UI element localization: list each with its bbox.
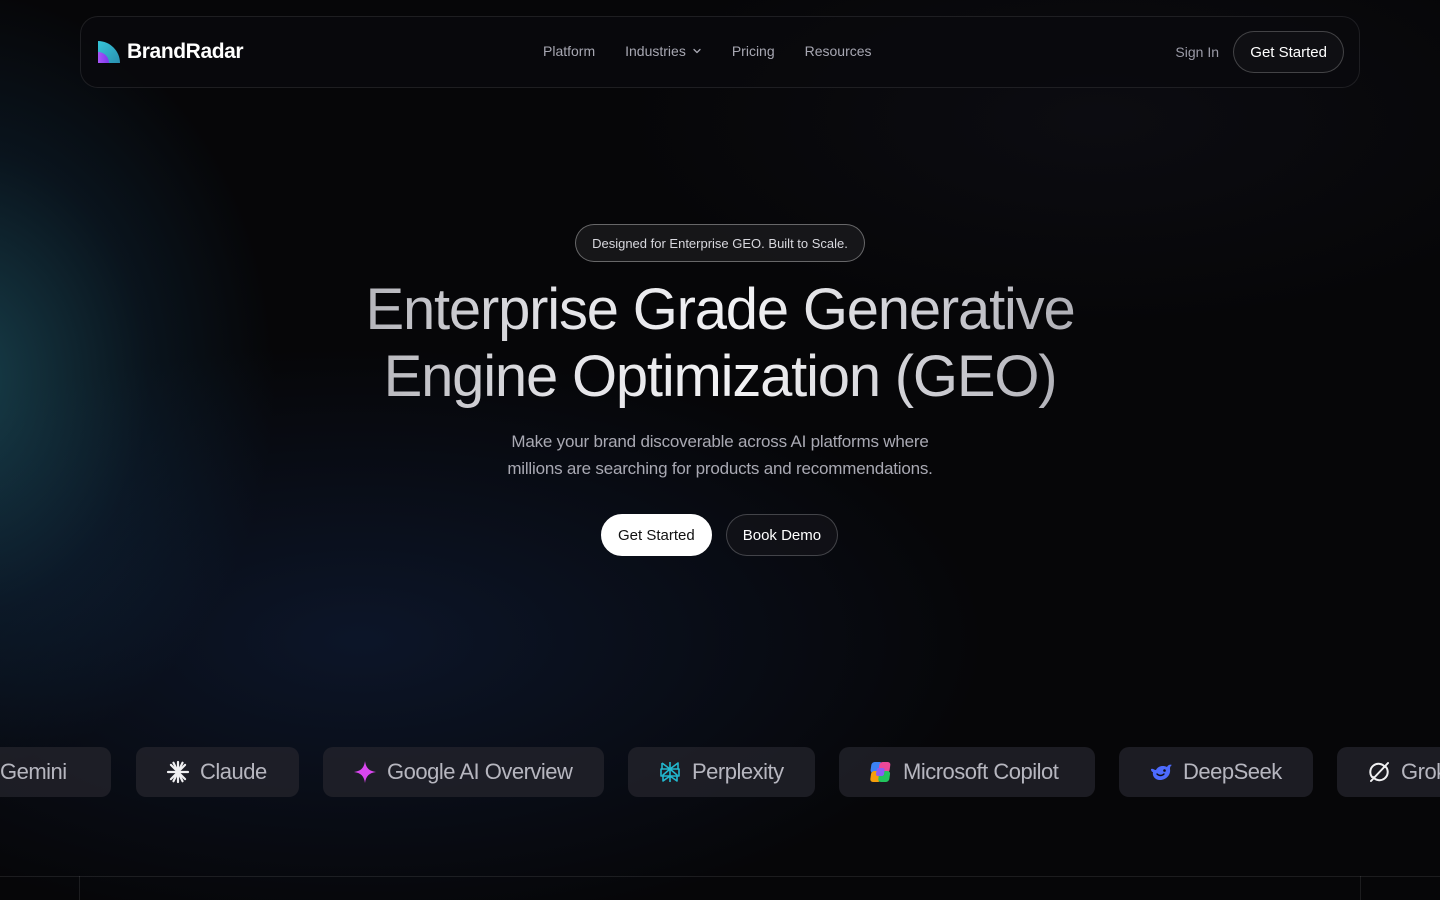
copilot-icon (870, 762, 891, 782)
nav-link-pricing[interactable]: Pricing (732, 43, 775, 59)
nav-get-started-button[interactable]: Get Started (1233, 31, 1344, 73)
google-sparkle-icon (354, 761, 376, 783)
platform-chip-grok: Grok (1337, 747, 1440, 797)
nav-link-resources[interactable]: Resources (805, 43, 872, 59)
book-demo-button[interactable]: Book Demo (725, 514, 839, 556)
section-frame-right-line (1360, 876, 1361, 900)
platform-logo-strip: Gemini Claude Google AI Overview Perplex… (0, 747, 1440, 797)
hero-subtitle: Make your brand discoverable across AI p… (420, 428, 1020, 482)
nav-links: Platform Industries Pricing Resources (543, 43, 872, 59)
platform-chip-google-ai-overview: Google AI Overview (323, 747, 604, 797)
platform-label: Google AI Overview (387, 759, 573, 784)
platform-chip-microsoft-copilot: Microsoft Copilot (839, 747, 1095, 797)
hero-badge: Designed for Enterprise GEO. Built to Sc… (575, 224, 865, 262)
nav-link-industries[interactable]: Industries (625, 43, 702, 59)
hero-get-started-button[interactable]: Get Started (601, 514, 712, 556)
platform-label: Gemini (0, 759, 67, 784)
nav-link-label: Platform (543, 43, 596, 59)
nav-link-label: Pricing (731, 43, 775, 59)
brand-logo[interactable]: BrandRadar (97, 40, 244, 64)
claude-icon (166, 760, 190, 784)
platform-chip-perplexity: Perplexity (628, 747, 815, 797)
platform-chip-gemini: Gemini (0, 747, 111, 797)
hero-subtitle-line: Make your brand discoverable across AI p… (511, 432, 929, 451)
platform-label: Perplexity (692, 759, 784, 784)
grok-icon (1369, 762, 1389, 782)
perplexity-icon (660, 762, 680, 782)
hero-title: Enterprise Grade Generative Engine Optim… (200, 276, 1240, 410)
platform-label: Microsoft Copilot (903, 759, 1059, 784)
nav-link-label: Resources (804, 43, 872, 59)
platform-chip-deepseek: DeepSeek (1119, 747, 1313, 797)
brandradar-logo-icon (98, 41, 120, 63)
platform-chip-claude: Claude (136, 747, 299, 797)
nav-link-platform[interactable]: Platform (543, 43, 595, 59)
platform-label: Grok (1401, 759, 1440, 784)
top-navbar: BrandRadar Platform Industries Pricing R… (80, 16, 1360, 88)
chevron-down-icon (693, 48, 701, 54)
nav-link-label: Industries (625, 43, 686, 59)
deepseek-icon (1151, 764, 1172, 780)
hero-subtitle-line: millions are searching for products and … (507, 459, 933, 478)
landing-page: BrandRadar Platform Industries Pricing R… (0, 0, 1440, 900)
platform-label: Claude (200, 759, 267, 784)
section-divider (0, 876, 1440, 877)
section-frame-left-line (79, 876, 80, 900)
hero-actions: Get Started Book Demo (601, 514, 839, 556)
hero-title-line: Engine Optimization (GEO) (383, 344, 1057, 409)
platform-label: DeepSeek (1183, 759, 1282, 784)
sign-in-link[interactable]: Sign In (1175, 44, 1219, 60)
hero-title-line: Enterprise Grade Generative (365, 277, 1075, 342)
brand-name: BrandRadar (127, 40, 244, 63)
